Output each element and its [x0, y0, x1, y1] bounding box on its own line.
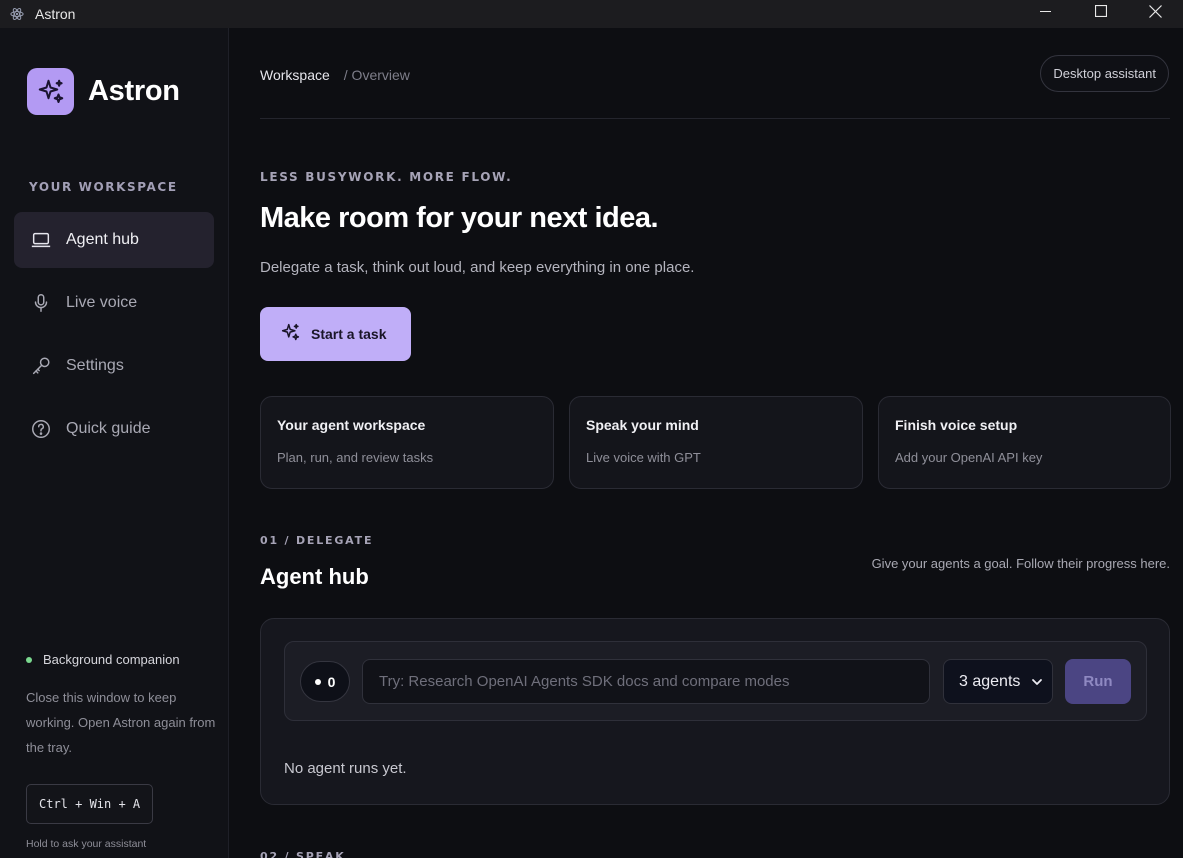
breadcrumb: Workspace / Overview: [260, 67, 410, 83]
desktop-assistant-button[interactable]: Desktop assistant: [1040, 55, 1169, 92]
title-bar: Astron: [0, 0, 1183, 28]
section-note: Give your agents a goal. Follow their pr…: [871, 556, 1170, 571]
minimize-button[interactable]: [1018, 0, 1073, 22]
run-button[interactable]: Run: [1065, 659, 1131, 704]
task-composer: 0 3 agents Run: [284, 641, 1147, 721]
counter-value: 0: [327, 673, 336, 690]
sidebar-item-label: Settings: [66, 357, 124, 374]
microphone-icon: [30, 292, 52, 314]
active-runs-counter: 0: [300, 661, 350, 702]
start-task-label: Start a task: [311, 326, 387, 342]
sparkles-icon: [280, 322, 301, 347]
status-dot: [26, 656, 32, 663]
card-title: Finish voice setup: [895, 417, 1018, 433]
agents-count-select[interactable]: 3 agents: [943, 659, 1053, 704]
chevron-down-icon: [1032, 679, 1042, 685]
start-task-button[interactable]: Start a task: [260, 307, 411, 361]
brand-name: Astron: [88, 75, 180, 107]
sidebar-item-label: Quick guide: [66, 420, 151, 437]
card-subtitle: Plan, run, and review tasks: [277, 450, 434, 465]
companion-text: Close this window to keep working. Open …: [26, 690, 216, 755]
card-agent-workspace[interactable]: Your agent workspace Plan, run, and revi…: [260, 396, 554, 489]
close-icon: [1149, 4, 1162, 18]
sidebar-item-label: Agent hub: [66, 231, 139, 248]
hero-eyebrow: LESS BUSYWORK. MORE FLOW.: [260, 170, 513, 184]
agents-select-value: 3 agents: [959, 672, 1021, 690]
breadcrumb-workspace[interactable]: Workspace: [260, 67, 330, 83]
section-tag-speak: 02 / SPEAK: [260, 850, 346, 858]
card-title: Your agent workspace: [277, 417, 426, 433]
hero-subtitle: Delegate a task, think out loud, and kee…: [260, 259, 695, 276]
empty-state-text: No agent runs yet.: [284, 760, 407, 777]
sidebar-item-live-voice[interactable]: Live voice: [14, 275, 214, 331]
window-title: Astron: [35, 6, 76, 22]
card-subtitle: Live voice with GPT: [586, 450, 701, 465]
key-icon: [30, 355, 52, 377]
card-speak-your-mind[interactable]: Speak your mind Live voice with GPT: [569, 396, 863, 489]
breadcrumb-overview: / Overview: [343, 67, 410, 83]
page-title: Make room for your next idea.: [260, 202, 659, 234]
card-title: Speak your mind: [586, 417, 699, 433]
sidebar: Astron YOUR WORKSPACE Agent hub Live voi…: [0, 28, 229, 858]
app-icon: [9, 6, 25, 22]
shortcut-key: Ctrl + Win + A: [26, 784, 154, 824]
section-title-agent-hub: Agent hub: [260, 564, 369, 589]
agent-hub-panel: 0 3 agents Run No agent runs yet.: [260, 618, 1170, 805]
help-circle-icon: [30, 418, 52, 440]
workspace-section-label: YOUR WORKSPACE: [29, 180, 178, 194]
header-divider: [260, 118, 1170, 119]
close-button[interactable]: [1128, 0, 1183, 22]
card-finish-voice-setup[interactable]: Finish voice setup Add your OpenAI API k…: [878, 396, 1171, 489]
brand[interactable]: Astron: [27, 68, 180, 115]
sparkles-logo-icon: [27, 68, 74, 115]
shortcut-note: Hold to ask your assistant: [26, 838, 147, 850]
main-content: Workspace / Overview Desktop assistant L…: [230, 28, 1183, 858]
sidebar-item-quick-guide[interactable]: Quick guide: [14, 401, 214, 457]
sidebar-item-settings[interactable]: Settings: [14, 338, 214, 394]
sidebar-item-label: Live voice: [66, 294, 138, 311]
card-subtitle: Add your OpenAI API key: [895, 450, 1043, 465]
minimize-icon: [1040, 10, 1051, 12]
laptop-icon: [30, 229, 52, 251]
task-input[interactable]: [362, 659, 930, 704]
section-tag-delegate: 01 / DELEGATE: [260, 534, 374, 547]
quick-cards: Your agent workspace Plan, run, and revi…: [260, 396, 1171, 489]
background-companion: Background companion Close this window t…: [26, 652, 216, 850]
sidebar-nav: Agent hub Live voice Settings Quick guid…: [14, 212, 214, 464]
status-dot: [314, 678, 321, 685]
maximize-icon: [1094, 5, 1107, 17]
maximize-button[interactable]: [1073, 0, 1128, 22]
sidebar-item-agent-hub[interactable]: Agent hub: [14, 212, 214, 268]
companion-title: Background companion: [43, 652, 180, 667]
